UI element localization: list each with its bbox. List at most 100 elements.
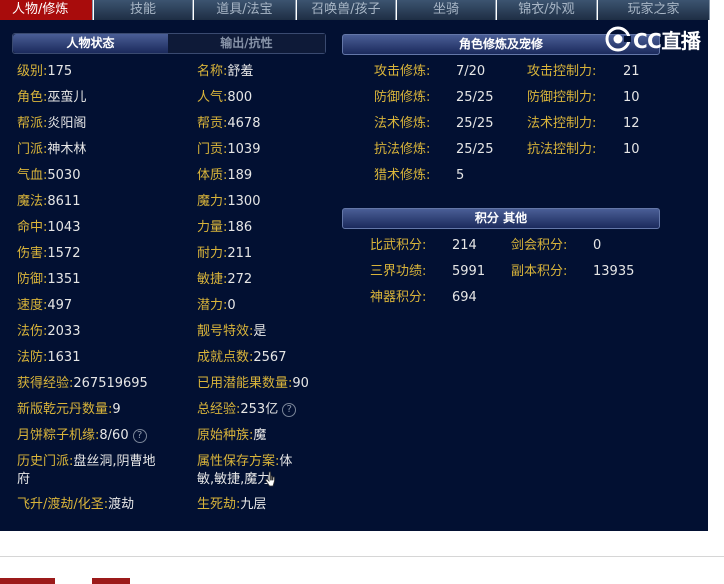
cultivation-left-value: 7/20	[456, 64, 486, 79]
status-left-row: 魔法:8611	[17, 193, 80, 211]
status-right-value: 272	[227, 272, 253, 287]
status-left-value: 1572	[47, 246, 81, 261]
status-left-label: 门派:	[17, 142, 48, 157]
status-left-row: 获得经验:267519695	[17, 375, 148, 393]
cc-live-logo: CC直播	[605, 25, 701, 53]
status-right-value: 253亿	[240, 402, 279, 417]
status-left-row: 速度:497	[17, 297, 72, 315]
status-right-label: 名称:	[197, 64, 228, 79]
points-header: 积分 其他	[342, 208, 660, 229]
status-left-row: 伤害:1572	[17, 245, 80, 263]
footer-button-left[interactable]	[0, 578, 55, 584]
status-left-label: 月饼粽子机缘:	[17, 428, 100, 443]
cultivation-right-label: 防御控制力:	[527, 90, 597, 105]
page-divider	[0, 556, 724, 557]
points-value: 5991	[452, 264, 486, 279]
ascension-value: 渡劫	[108, 497, 135, 512]
status-right-value: 186	[227, 220, 253, 235]
status-right-label: 魔力:	[197, 194, 228, 209]
status-left-label: 法伤:	[17, 324, 48, 339]
total-exp-help-icon[interactable]: ?	[282, 402, 297, 417]
status-right-label: 力量:	[197, 220, 228, 235]
status-right-label: 已用潜能果数量:	[197, 376, 293, 391]
subtab-output-resistance[interactable]: 输出/抗性	[168, 34, 325, 53]
status-right-row: 敏捷:272	[197, 271, 252, 289]
status-right-row: 耐力:211	[197, 245, 252, 263]
mooncake-help-icon[interactable]: ?	[132, 428, 147, 443]
status-right-value: 4678	[227, 116, 261, 131]
attr-save-plan-value-cont: 敏,敏捷,魔力	[197, 472, 271, 487]
status-right-row: 门贡:1039	[197, 141, 260, 159]
status-left-value: 1631	[47, 350, 81, 365]
mouse-cursor-icon	[264, 471, 275, 487]
points-label: 副本积分:	[511, 264, 568, 279]
status-right-label: 总经验:	[197, 402, 241, 417]
status-left-value: 巫蛮儿	[47, 90, 87, 105]
status-right-row: 人气:800	[197, 89, 252, 107]
cultivation-left-label: 防御修炼:	[374, 90, 431, 105]
cultivation-left-row: 法术修炼: 25/25	[374, 115, 493, 133]
status-right-row: 潜力:0	[197, 297, 236, 315]
points-row: 神器积分: 694	[370, 289, 477, 307]
points-row: 三界功绩: 5991	[370, 263, 485, 281]
tab-summons[interactable]: 召唤兽/孩子	[297, 0, 396, 20]
status-left-label: 获得经验:	[17, 376, 74, 391]
status-left-row: 法伤:2033	[17, 323, 80, 341]
status-left-row: 级别:175	[17, 63, 72, 81]
history-sect-value: 盘丝洞,阴曹地	[73, 454, 156, 469]
tab-mounts[interactable]: 坐骑	[397, 0, 496, 20]
status-right-label: 门贡:	[197, 142, 228, 157]
status-left-value: 神木林	[47, 142, 87, 157]
cultivation-left-value: 25/25	[456, 90, 494, 105]
cultivation-right-value: 10	[623, 142, 640, 157]
status-right-row: 名称:舒羞	[197, 63, 253, 81]
status-left-label: 新版乾元丹数量:	[17, 402, 113, 417]
points-row: 剑会积分: 0	[511, 237, 601, 255]
status-left-value: 1043	[47, 220, 81, 235]
status-left-label: 法防:	[17, 350, 48, 365]
cultivation-right-row: 法术控制力: 12	[527, 115, 640, 133]
status-right-label: 敏捷:	[197, 272, 228, 287]
status-right-label: 人气:	[197, 90, 228, 105]
life-death-trial-value: 九层	[240, 497, 267, 512]
status-left-value: 175	[47, 64, 73, 79]
status-left-row: 法防:1631	[17, 349, 80, 367]
tab-player-home[interactable]: 玩家之家	[598, 0, 710, 20]
points-label: 比武积分:	[370, 238, 427, 253]
footer-button-right[interactable]	[92, 578, 130, 584]
tab-skills[interactable]: 技能	[94, 0, 193, 20]
status-right-row: 靓号特效:是	[197, 323, 266, 341]
points-value: 214	[452, 238, 477, 253]
status-left-row: 月饼粽子机缘:8/60?	[17, 427, 147, 445]
status-right-value: 2567	[253, 350, 287, 365]
status-left-value: 2033	[47, 324, 81, 339]
status-right-row: 已用潜能果数量:90	[197, 375, 309, 393]
status-right-row: 力量:186	[197, 219, 252, 237]
points-value: 13935	[593, 264, 635, 279]
attr-save-plan-value: 体	[279, 454, 293, 469]
status-left-value: 9	[112, 402, 121, 417]
tab-character[interactable]: 人物/修炼	[0, 0, 93, 20]
points-label: 剑会积分:	[511, 238, 568, 253]
tab-outfits[interactable]: 锦衣/外观	[497, 0, 597, 20]
status-right-label: 体质:	[197, 168, 228, 183]
status-right-value: 魔	[253, 428, 267, 443]
tab-items[interactable]: 道具/法宝	[194, 0, 296, 20]
life-death-trial-label: 生死劫:	[197, 497, 241, 512]
status-right-label: 潜力:	[197, 298, 228, 313]
status-right-value: 1300	[227, 194, 261, 209]
points-label: 神器积分:	[370, 290, 427, 305]
status-right-value: 是	[253, 324, 267, 339]
status-left-row: 门派:神木林	[17, 141, 86, 159]
cultivation-right-label: 攻击控制力:	[527, 64, 597, 79]
status-right-value: 189	[227, 168, 253, 183]
attr-save-plan: 属性保存方案:体	[197, 453, 292, 471]
status-left-label: 防御:	[17, 272, 48, 287]
cultivation-left-value: 25/25	[456, 142, 494, 157]
status-left-label: 魔法:	[17, 194, 48, 209]
subtab-character-status[interactable]: 人物状态	[13, 34, 168, 53]
cultivation-left-label: 猎术修炼:	[374, 168, 431, 183]
status-right-value: 0	[227, 298, 236, 313]
cultivation-right-value: 12	[623, 116, 640, 131]
history-sect-label: 历史门派:	[17, 454, 74, 469]
